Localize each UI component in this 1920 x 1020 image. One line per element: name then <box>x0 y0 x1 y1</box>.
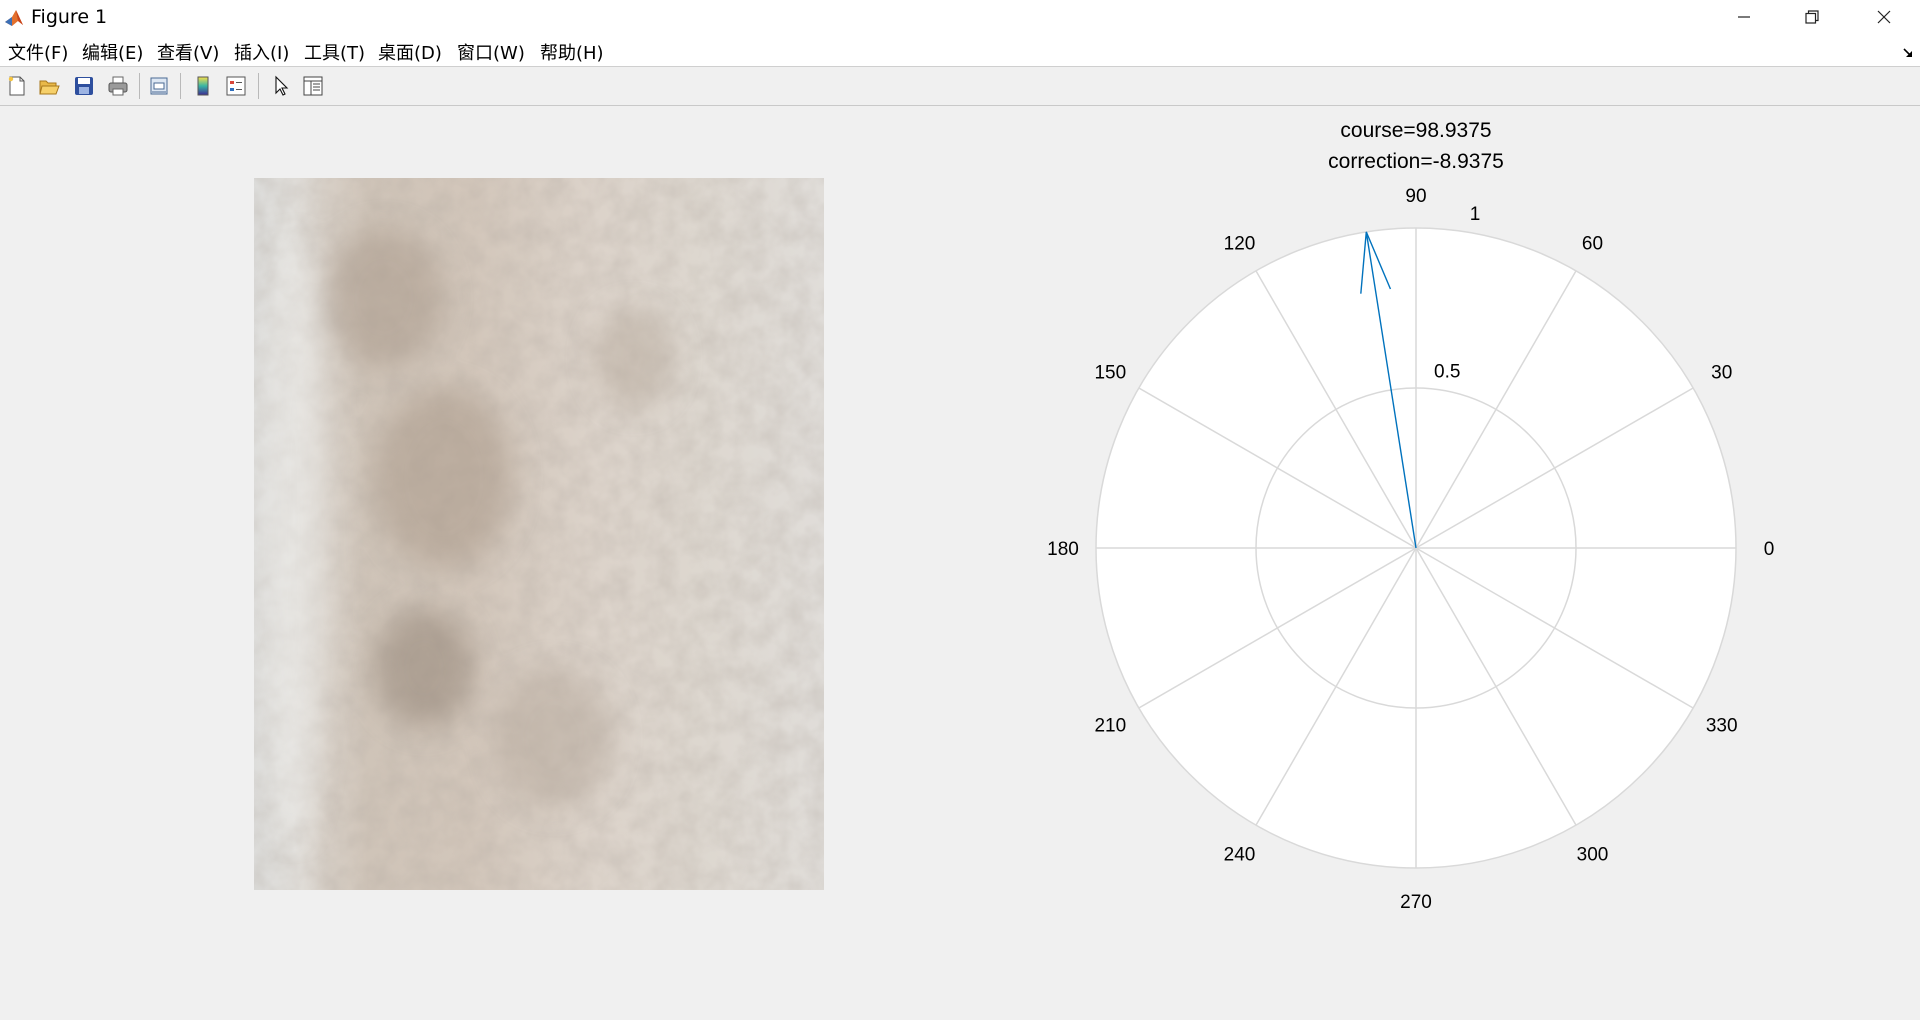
figure-canvas: course=98.9375 correction=-8.9375 0 30 60 9… <box>0 106 1920 1020</box>
minimize-button[interactable] <box>1710 0 1778 34</box>
window-title: Figure 1 <box>31 6 108 28</box>
new-figure-button[interactable] <box>4 73 30 99</box>
theta-tick-label: 60 <box>1582 233 1603 254</box>
theta-tick-label: 330 <box>1706 716 1738 737</box>
theta-tick-label: 150 <box>1094 363 1126 384</box>
menu-tools[interactable]: 工具(T) <box>304 39 365 65</box>
figure-toolbar <box>0 67 1920 106</box>
theta-tick-label: 300 <box>1577 845 1609 866</box>
theta-tick-label: 270 <box>1400 892 1432 913</box>
minimize-icon <box>1738 16 1750 18</box>
new-figure-icon <box>8 76 25 96</box>
menu-desktop[interactable]: 桌面(D) <box>378 39 442 65</box>
theta-tick-label: 120 <box>1224 233 1256 254</box>
menu-window[interactable]: 窗口(W) <box>457 39 525 65</box>
print-button[interactable] <box>105 73 131 99</box>
theta-tick-label: 210 <box>1094 716 1126 737</box>
dock-figure-icon[interactable] <box>1902 46 1914 64</box>
pointer-icon <box>275 75 289 96</box>
restore-button[interactable] <box>1778 0 1846 34</box>
print-icon <box>108 76 128 96</box>
legend-button[interactable] <box>223 73 249 99</box>
link-plot-icon <box>150 77 168 95</box>
theta-tick-label: 240 <box>1224 845 1256 866</box>
close-icon <box>1877 10 1891 24</box>
property-inspector-icon <box>303 76 323 96</box>
menu-view[interactable]: 查看(V) <box>157 39 219 65</box>
legend-icon <box>226 76 246 96</box>
menu-insert[interactable]: 插入(I) <box>234 39 289 65</box>
r-tick-label: 1 <box>1470 204 1481 225</box>
save-icon <box>75 77 93 95</box>
menu-edit[interactable]: 编辑(E) <box>82 39 143 65</box>
polar-axes[interactable]: 0 30 60 90 120 150 180 210 240 270 300 330 0.5 1 <box>0 106 1920 1020</box>
toolbar-separator <box>258 73 259 99</box>
restore-icon <box>1805 10 1819 24</box>
close-button[interactable] <box>1850 0 1918 34</box>
menu-file[interactable]: 文件(F) <box>8 39 68 65</box>
save-button[interactable] <box>71 73 97 99</box>
property-inspector-button[interactable] <box>300 73 326 99</box>
link-plot-button[interactable] <box>146 73 172 99</box>
theta-tick-label: 0 <box>1764 539 1775 560</box>
toolbar-separator <box>180 73 181 99</box>
open-file-button[interactable] <box>36 73 62 99</box>
open-file-icon <box>39 80 60 95</box>
menu-help[interactable]: 帮助(H) <box>540 39 604 65</box>
colorbar-icon <box>197 76 209 96</box>
theta-tick-label: 90 <box>1405 186 1426 207</box>
matlab-logo-icon <box>4 8 24 28</box>
edit-plot-button[interactable] <box>268 73 294 99</box>
menu-bar: 文件(F) 编辑(E) 查看(V) 插入(I) 工具(T) 桌面(D) 窗口(W… <box>0 34 1920 67</box>
title-bar: Figure 1 <box>0 0 1920 34</box>
toolbar-separator <box>139 73 140 99</box>
colorbar-button[interactable] <box>190 73 216 99</box>
r-tick-label: 0.5 <box>1434 362 1460 383</box>
theta-tick-label: 30 <box>1711 363 1732 384</box>
theta-tick-label: 180 <box>1047 539 1079 560</box>
